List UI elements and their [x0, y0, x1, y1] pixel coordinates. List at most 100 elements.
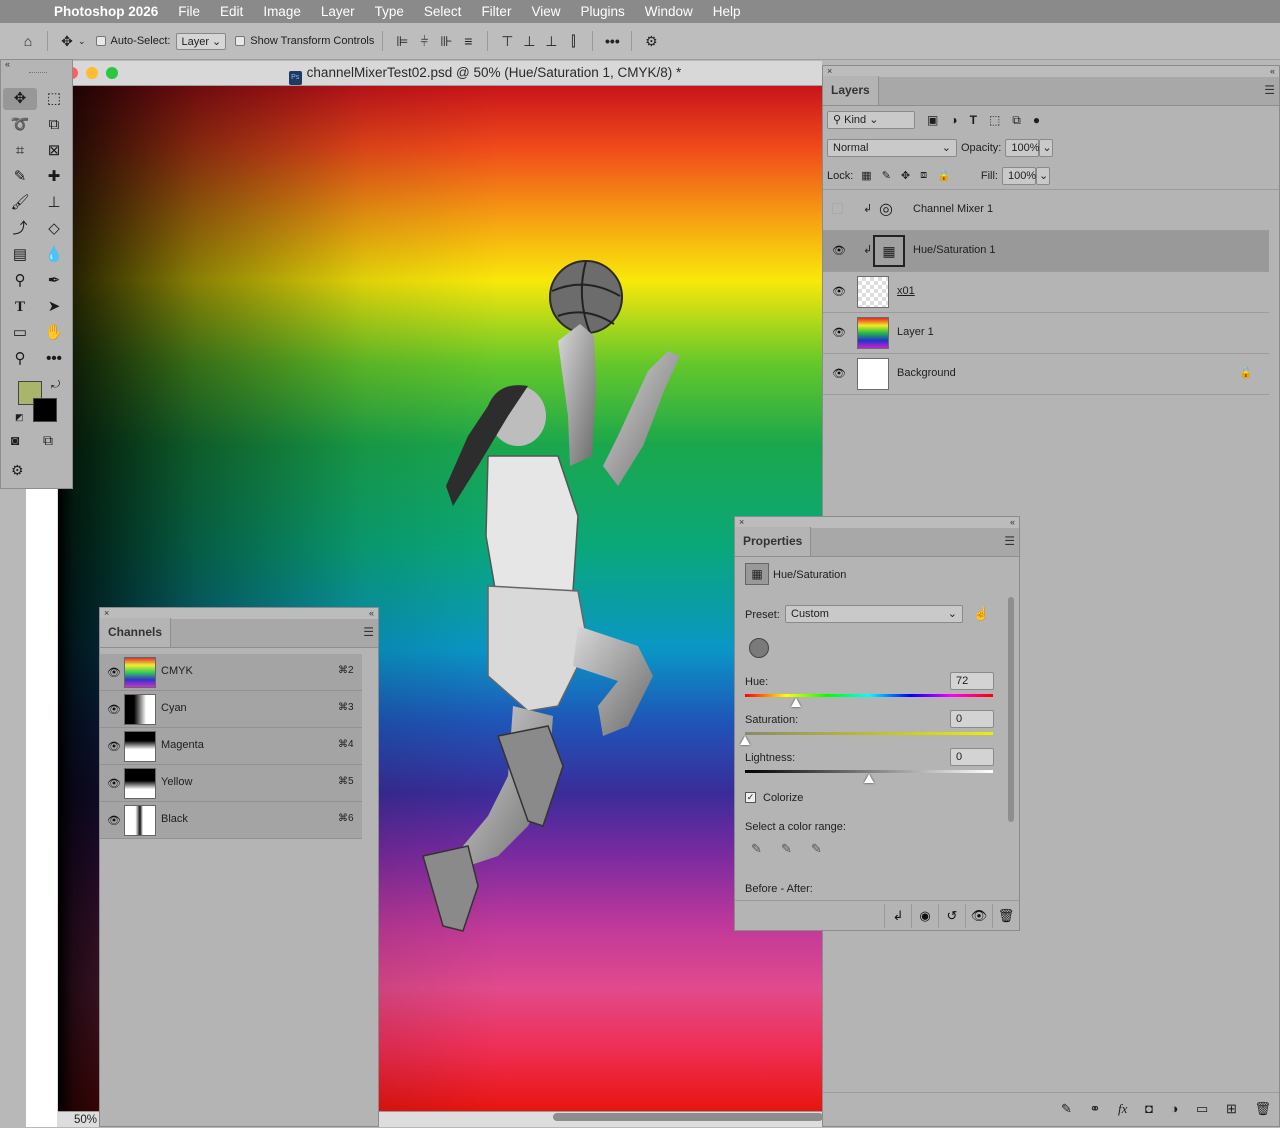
delete-layer-icon[interactable]: 🗑 [1254, 1101, 1271, 1116]
layer-row-x01[interactable]: 👁 x01 [823, 272, 1269, 313]
auto-select-checkbox[interactable] [95, 36, 106, 46]
toggle-visibility-icon[interactable]: 👁 [965, 904, 992, 928]
object-selection-tool-icon[interactable]: ⧉ [37, 114, 71, 136]
document-title-bar[interactable]: Ps channelMixerTest02.psd @ 50% (Hue/Satu… [58, 61, 822, 86]
show-transform-checkbox[interactable] [235, 36, 246, 46]
crop-tool-icon[interactable]: ⌗ [3, 140, 37, 162]
eyedropper-subtract-icon[interactable]: ✎ [811, 841, 822, 857]
filter-smart-object-icon[interactable]: ⧉ [1012, 113, 1021, 128]
layer-row-background[interactable]: 👁 Background 🔒 [823, 354, 1269, 395]
eyedropper-icon[interactable]: ✎ [751, 841, 762, 857]
channel-row-black[interactable]: 👁 Black ⌘6 [100, 802, 362, 839]
minimize-window-button[interactable] [86, 67, 98, 79]
align-center-icon[interactable]: ⫩ [413, 33, 435, 50]
panel-menu-icon[interactable]: ☰ [363, 625, 378, 647]
hue-slider-thumb[interactable] [791, 698, 801, 707]
layer-style-icon[interactable]: fx [1118, 1101, 1127, 1116]
menu-image[interactable]: Image [253, 4, 311, 19]
type-tool-icon[interactable]: T [3, 296, 37, 318]
eyedropper-tool-icon[interactable]: ✎ [3, 166, 37, 188]
move-tool-icon[interactable]: ✥ [56, 33, 78, 50]
saturation-slider-thumb[interactable] [740, 736, 750, 745]
fill-chevron-icon[interactable]: ⌄ [1035, 166, 1050, 185]
eye-icon[interactable]: 👁 [825, 244, 853, 257]
layer-row-layer-1[interactable]: 👁 Layer 1 [823, 313, 1269, 354]
default-colors-icon[interactable]: ◩ [15, 412, 24, 423]
filter-type-icon[interactable]: T [970, 113, 977, 127]
grip-handle[interactable] [29, 72, 47, 75]
marquee-tool-icon[interactable]: ⬚ [37, 88, 71, 110]
auto-select-dropdown[interactable]: Layer ⌄ [176, 32, 227, 50]
add-mask-icon[interactable]: ◘ [1145, 1101, 1153, 1116]
collapse-toolbox-icon[interactable]: « [1, 60, 72, 70]
properties-scrollbar[interactable] [1008, 597, 1014, 822]
background-color-swatch[interactable] [33, 398, 57, 422]
app-name-menu[interactable]: Photoshop 2026 [54, 4, 168, 19]
filter-pixel-icon[interactable]: ▣ [927, 113, 938, 127]
menu-window[interactable]: Window [635, 4, 703, 19]
lightness-input[interactable]: 0 [950, 748, 994, 766]
zoom-tool-icon[interactable]: ⚲ [3, 348, 37, 370]
swap-colors-icon[interactable]: ⤾ [51, 379, 60, 392]
home-icon[interactable]: ⌂ [17, 33, 39, 49]
move-tool-icon[interactable]: ✥ [3, 88, 37, 110]
distribute-vertical-icon[interactable]: ⫿ [562, 33, 584, 50]
gear-icon[interactable]: ⚙ [640, 33, 662, 50]
menu-file[interactable]: File [168, 4, 210, 19]
panel-menu-icon[interactable]: ☰ [1264, 83, 1279, 105]
collapse-panel-icon[interactable]: « [1270, 66, 1275, 77]
menu-view[interactable]: View [521, 4, 570, 19]
frame-tool-icon[interactable]: ⊠ [37, 140, 71, 162]
filter-adjustment-icon[interactable]: ◑ [950, 113, 957, 127]
opacity-input[interactable]: 100% [1005, 139, 1040, 157]
align-left-icon[interactable]: ⊫ [391, 33, 413, 50]
tab-channels[interactable]: Channels [100, 618, 172, 647]
zoom-window-button[interactable] [106, 67, 118, 79]
screen-mode-icon[interactable]: ⧉ [43, 432, 53, 449]
colorize-checkbox[interactable]: ✓ [745, 792, 756, 803]
rectangle-tool-icon[interactable]: ▭ [3, 322, 37, 344]
channel-row-cmyk[interactable]: 👁 CMYK ⌘2 [100, 654, 362, 691]
dodge-tool-icon[interactable]: ⚲ [3, 270, 37, 292]
link-layers-icon[interactable]: ⚭ [1090, 1101, 1101, 1116]
more-options-icon[interactable]: ••• [601, 33, 623, 49]
distribute-icon[interactable]: ≡ [457, 33, 479, 49]
filter-kind-dropdown[interactable]: ⚲ Kind ⌄ [827, 111, 915, 129]
collapse-panel-icon[interactable]: « [1010, 517, 1015, 528]
tab-properties[interactable]: Properties [735, 527, 812, 556]
channel-row-cyan[interactable]: 👁 Cyan ⌘3 [100, 691, 362, 728]
eye-icon[interactable]: 👁 [825, 326, 853, 339]
menu-filter[interactable]: Filter [471, 4, 521, 19]
quick-mask-icon[interactable]: ◙ [11, 432, 19, 448]
tab-layers[interactable]: Layers [823, 76, 879, 105]
lightness-slider[interactable] [745, 770, 993, 773]
opacity-chevron-icon[interactable]: ⌄ [1039, 139, 1054, 157]
eyedropper-add-icon[interactable]: ✎ [781, 841, 792, 857]
brush-tool-icon[interactable]: 🖌 [3, 192, 37, 214]
target-adjustment-hand-icon[interactable]: ☝ [973, 606, 989, 622]
lock-transparent-icon[interactable]: ▦ [861, 169, 871, 182]
menu-edit[interactable]: Edit [210, 4, 253, 19]
align-middle-icon[interactable]: ⊥ [518, 33, 540, 50]
blur-tool-icon[interactable]: 💧 [37, 244, 71, 266]
eye-icon[interactable]: 👁 [825, 285, 853, 298]
fill-input[interactable]: 100% [1001, 166, 1036, 185]
lock-image-icon[interactable]: ✎ [882, 169, 891, 182]
new-group-icon[interactable]: ▭ [1196, 1101, 1208, 1116]
delete-adjustment-icon[interactable]: 🗑 [992, 904, 1019, 928]
filter-toggle-icon[interactable]: ● [1033, 113, 1040, 127]
layer-row-hue-saturation[interactable]: 👁 ↲ ▦ Hue/Saturation 1 [823, 231, 1269, 272]
panel-menu-icon[interactable]: ☰ [1004, 534, 1019, 556]
pen-tool-icon[interactable]: ✒ [37, 270, 71, 292]
colorize-swatch[interactable] [749, 638, 769, 658]
channel-row-magenta[interactable]: 👁 Magenta ⌘4 [100, 728, 362, 765]
lock-position-icon[interactable]: ✥ [901, 169, 910, 182]
lightness-slider-thumb[interactable] [864, 774, 874, 783]
clone-stamp-tool-icon[interactable]: ⊥ [37, 192, 71, 214]
healing-brush-tool-icon[interactable]: ✚ [37, 166, 71, 188]
history-brush-tool-icon[interactable]: ⤴ [3, 218, 37, 240]
lasso-tool-icon[interactable]: ➰ [3, 114, 37, 136]
menu-select[interactable]: Select [414, 4, 472, 19]
gradient-tool-icon[interactable]: ▤ [3, 244, 37, 266]
align-right-icon[interactable]: ⊪ [435, 33, 457, 50]
